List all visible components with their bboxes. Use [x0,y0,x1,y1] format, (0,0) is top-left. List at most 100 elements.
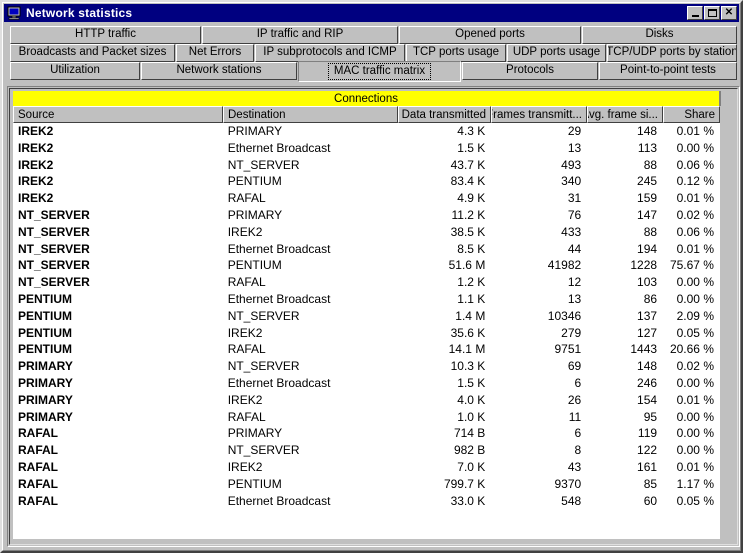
table-row[interactable]: IREK2 PRIMARY 4.3 K 29 148 0.01 % [13,123,719,140]
cell-data: 1.1 K [457,291,486,306]
table-row[interactable]: PRIMARY NT_SERVER 10.3 K 69 148 0.02 % [13,358,719,375]
cell-source: PRIMARY [18,409,73,424]
cell-source: NT_SERVER [18,258,90,273]
cell-destination: PRIMARY [227,207,283,222]
table-row[interactable]: RAFAL Ethernet Broadcast 33.0 K 548 60 0.05 % [13,493,719,510]
tab-label: TCP ports usage [412,46,500,59]
tab-label: MAC traffic matrix [327,62,432,81]
tab-label: Protocols [506,64,554,77]
tab-protocols[interactable]: Protocols [462,62,598,80]
cell-source: IREK2 [18,140,54,155]
cell-source: NT_SERVER [18,224,90,239]
table-row[interactable]: PRIMARY IREK2 4.0 K 26 154 0.01 % [13,392,719,409]
vertical-scrollbar-track[interactable] [720,106,733,539]
table-row[interactable]: PENTIUM Ethernet Broadcast 1.1 K 13 86 0.00 % [13,291,719,308]
tab-point-to-point-tests[interactable]: Point-to-point tests [599,62,737,80]
table-row[interactable]: NT_SERVER Ethernet Broadcast 8.5 K 44 194 0.0… [13,241,719,258]
table-row[interactable]: IREK2 RAFAL 4.9 K 31 159 0.01 % [13,190,719,207]
cell-frames: 9751 [554,342,582,357]
cell-source: RAFAL [18,493,58,508]
table-row[interactable]: PENTIUM IREK2 35.6 K 279 127 0.05 % [13,325,719,342]
cell-data: 11.2 K [451,207,486,222]
table-row[interactable]: NT_SERVER IREK2 38.5 K 433 88 0.06 % [13,224,719,241]
cell-frames: 13 [567,140,582,155]
column-header-source[interactable]: Source [13,106,223,123]
grid-rows: IREK2 PRIMARY 4.3 K 29 148 0.01 % IREK2 Etherne… [13,123,720,539]
cell-source: IREK2 [18,124,54,138]
cell-destination: Ethernet Broadcast [227,241,331,256]
cell-source: RAFAL [18,476,58,491]
cell-share: 1.17 % [676,476,714,491]
cell-avg: 245 [637,174,658,189]
tab-label: UDP ports usage [512,46,601,59]
tab-opened-ports[interactable]: Opened ports [399,26,581,44]
tab-disks[interactable]: Disks [582,26,737,44]
tab-label: Utilization [50,64,100,77]
cell-destination: RAFAL [227,191,266,206]
column-header-frames[interactable]: Frames transmitt... [491,106,587,123]
column-header-avg[interactable]: Avg. frame si... [587,106,663,123]
content-inner-frame: Connections Source Destination Data transm… [9,88,738,545]
tab-udp-ports-usage[interactable]: UDP ports usage [507,44,606,62]
table-row[interactable]: IREK2 Ethernet Broadcast 1.5 K 13 113 0.00 % [13,140,719,157]
table-row[interactable]: RAFAL PENTIUM 799.7 K 9370 85 1.17 % [13,476,719,493]
cell-data: 8.5 K [457,241,486,256]
cell-data: 1.2 K [457,275,486,290]
cell-data: 982 B [453,443,486,458]
maximize-button[interactable] [704,6,720,20]
cell-avg: 119 [637,426,658,441]
cell-frames: 6 [574,375,582,390]
table-row[interactable]: RAFAL IREK2 7.0 K 43 161 0.01 % [13,459,719,476]
cell-source: IREK2 [18,174,54,189]
column-header-data[interactable]: Data transmitted [398,106,491,123]
tab-ip-traffic-and-rip[interactable]: IP traffic and RIP [202,26,398,44]
cell-destination: RAFAL [227,342,266,357]
tab-utilization[interactable]: Utilization [10,62,140,80]
minimize-button[interactable] [687,6,703,20]
cell-share: 0.00 % [676,275,714,290]
table-row[interactable]: IREK2 PENTIUM 83.4 K 340 245 0.12 % [13,173,719,190]
tab-broadcasts-and-packet-sizes[interactable]: Broadcasts and Packet sizes [10,44,175,62]
cell-data: 14.1 M [448,342,486,357]
tab-label: TCP/UDP ports by station [607,46,737,59]
table-row[interactable]: PRIMARY Ethernet Broadcast 1.5 K 6 246 0.00 % [13,375,719,392]
cell-source: RAFAL [18,459,58,474]
cell-share: 0.00 % [676,426,714,441]
cell-data: 4.3 K [457,124,486,138]
column-header-share[interactable]: Share [663,106,720,123]
tab-network-stations[interactable]: Network stations [141,62,297,80]
cell-destination: NT_SERVER [227,157,300,172]
table-row[interactable]: PENTIUM NT_SERVER 1.4 M 10346 137 2.09 % [13,308,719,325]
close-button[interactable]: ✕ [721,6,737,20]
table-row[interactable]: NT_SERVER PRIMARY 11.2 K 76 147 0.02 % [13,207,719,224]
cell-data: 35.6 K [450,325,486,340]
table-row[interactable]: NT_SERVER PENTIUM 51.6 M 41982 1228 75.67 % [13,257,719,274]
table-row[interactable]: RAFAL NT_SERVER 982 B 8 122 0.00 % [13,442,719,459]
cell-avg: 86 [643,291,658,306]
close-icon: ✕ [724,7,734,18]
cell-avg: 148 [637,124,658,138]
table-row[interactable]: IREK2 NT_SERVER 43.7 K 493 88 0.06 % [13,157,719,174]
table-row[interactable]: PRIMARY RAFAL 1.0 K 11 95 0.00 % [13,409,719,426]
tab-ip-subprotocols-and-icmp[interactable]: IP subprotocols and ICMP [255,44,405,62]
tab-tcp-udp-ports-by-station[interactable]: TCP/UDP ports by station [607,44,737,62]
tab-mac-traffic-matrix[interactable]: MAC traffic matrix [298,61,461,82]
cell-avg: 60 [643,493,658,508]
tab-http-traffic[interactable]: HTTP traffic [10,26,201,44]
cell-source: RAFAL [18,443,58,458]
tab-net-errors[interactable]: Net Errors [176,44,254,62]
cell-frames: 9370 [554,476,582,491]
tab-row-2: Broadcasts and Packet sizes Net Errors IP … [7,44,740,62]
column-header-destination[interactable]: Destination [223,106,398,123]
cell-data: 4.9 K [457,191,486,206]
cell-source: IREK2 [18,191,54,206]
table-row[interactable]: PENTIUM RAFAL 14.1 M 9751 1443 20.66 % [13,341,719,358]
table-row[interactable]: NT_SERVER RAFAL 1.2 K 12 103 0.00 % [13,274,719,291]
table-row[interactable]: RAFAL PRIMARY 714 B 6 119 0.00 % [13,425,719,442]
cell-share: 0.01 % [676,124,714,138]
title-bar[interactable]: Network statistics ✕ [4,4,739,22]
cell-share: 0.01 % [676,459,714,474]
grid-header: Source Destination Data transmitted Frames … [13,106,733,123]
tab-tcp-ports-usage[interactable]: TCP ports usage [406,44,506,62]
tab-label: Point-to-point tests [620,64,716,77]
